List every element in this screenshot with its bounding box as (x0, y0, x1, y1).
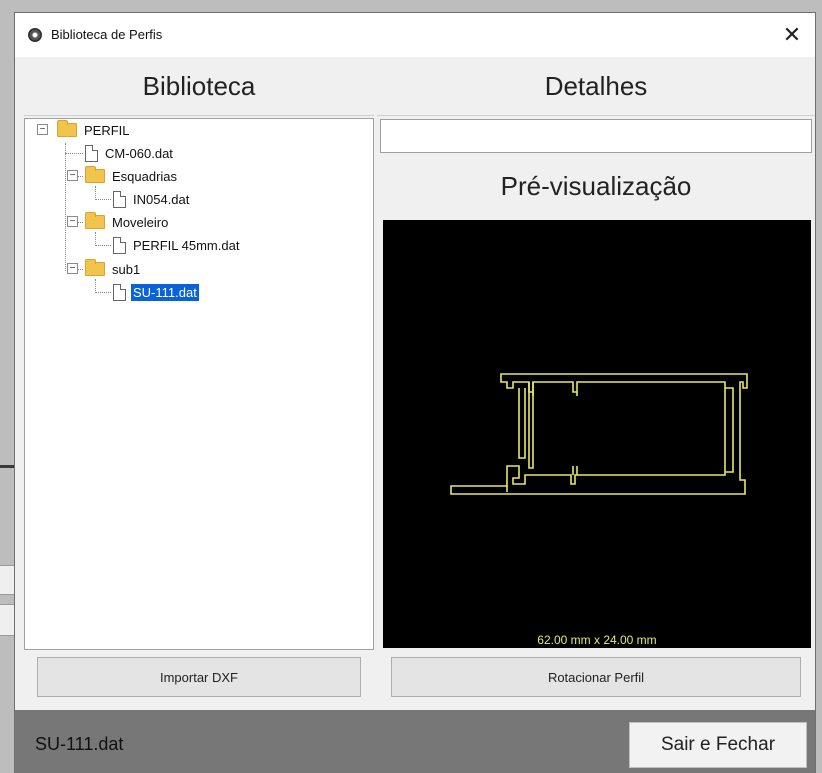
tree-node-perfil-45mm[interactable]: PERFIL 45mm.dat (113, 235, 241, 255)
tree-connector (95, 232, 96, 246)
tree-node-moveleiro[interactable]: Moveleiro (85, 212, 170, 232)
close-icon: ✕ (782, 22, 802, 47)
tree-connector (65, 143, 66, 271)
tree-connector (95, 186, 96, 200)
tree-expander-moveleiro[interactable]: − (67, 216, 78, 227)
tree-node-in054[interactable]: IN054.dat (113, 189, 191, 209)
tree-node-label: sub1 (112, 261, 141, 277)
profile-dimensions: 62.00 mm x 24.00 mm (537, 633, 657, 647)
tree-expander-esquadrias[interactable]: − (67, 170, 78, 181)
tree-connector (65, 153, 83, 154)
background-window-edge (0, 465, 14, 468)
exit-and-close-button[interactable]: Sair e Fechar (629, 722, 807, 768)
status-bar: SU-111.dat Sair e Fechar (15, 710, 815, 773)
tree-node-label: PERFIL 45mm.dat (133, 237, 240, 253)
file-icon (113, 236, 126, 254)
library-panel: Biblioteca − − − − PERFIL CM-060.dat Esq… (24, 58, 374, 708)
file-icon (113, 283, 126, 301)
selected-file-name: SU-111.dat (35, 734, 124, 754)
profile-tree[interactable]: − − − − PERFIL CM-060.dat Esquadrias IN0… (24, 118, 374, 650)
rotate-profile-button[interactable]: Rotacionar Perfil (391, 657, 801, 697)
background-window-strip (0, 565, 14, 595)
profile-drawing (450, 373, 748, 495)
import-dxf-button[interactable]: Importar DXF (37, 657, 361, 697)
window-title: Biblioteca de Perfis (51, 27, 163, 42)
tree-node-cm-060[interactable]: CM-060.dat (85, 143, 175, 163)
tree-connector (95, 199, 111, 200)
tree-node-label: Esquadrias (112, 168, 178, 184)
file-icon (85, 144, 98, 162)
tree-connector (95, 279, 96, 293)
tree-expander-perfil[interactable]: − (37, 124, 48, 135)
tree-node-perfil[interactable]: PERFIL (57, 120, 132, 140)
folder-icon (85, 259, 105, 276)
library-header: Biblioteca (24, 58, 374, 116)
tree-connector (95, 245, 111, 246)
details-panel: Detalhes Pré-visualização 62.00 mm x 24.… (377, 58, 815, 708)
app-icon (28, 28, 42, 42)
file-icon (113, 190, 126, 208)
profile-library-dialog: Biblioteca de Perfis ✕ Biblioteca − − − … (14, 12, 816, 773)
preview-title: Pré-visualização (500, 170, 692, 201)
tree-expander-sub1[interactable]: − (67, 263, 78, 274)
details-field[interactable] (380, 119, 812, 153)
tree-node-esquadrias[interactable]: Esquadrias (85, 166, 179, 186)
tree-node-label: PERFIL (84, 122, 130, 138)
folder-icon (85, 166, 105, 183)
folder-icon (85, 212, 105, 229)
close-button[interactable]: ✕ (769, 13, 815, 57)
tree-node-sub1[interactable]: sub1 (85, 259, 142, 279)
folder-icon (57, 120, 77, 137)
tree-node-label: CM-060.dat (105, 145, 173, 161)
tree-connector (95, 292, 111, 293)
profile-outline (450, 373, 748, 495)
profile-preview-canvas: 62.00 mm x 24.00 mm (383, 220, 811, 648)
tree-node-label: Moveleiro (112, 214, 169, 230)
tree-node-label-selected: SU-111.dat (131, 283, 199, 301)
tree-node-su-111[interactable]: SU-111.dat (113, 282, 199, 302)
details-header: Detalhes (377, 58, 815, 116)
tree-node-label: IN054.dat (133, 191, 190, 207)
title-bar[interactable]: Biblioteca de Perfis ✕ (15, 13, 815, 57)
background-window-strip (0, 604, 14, 636)
